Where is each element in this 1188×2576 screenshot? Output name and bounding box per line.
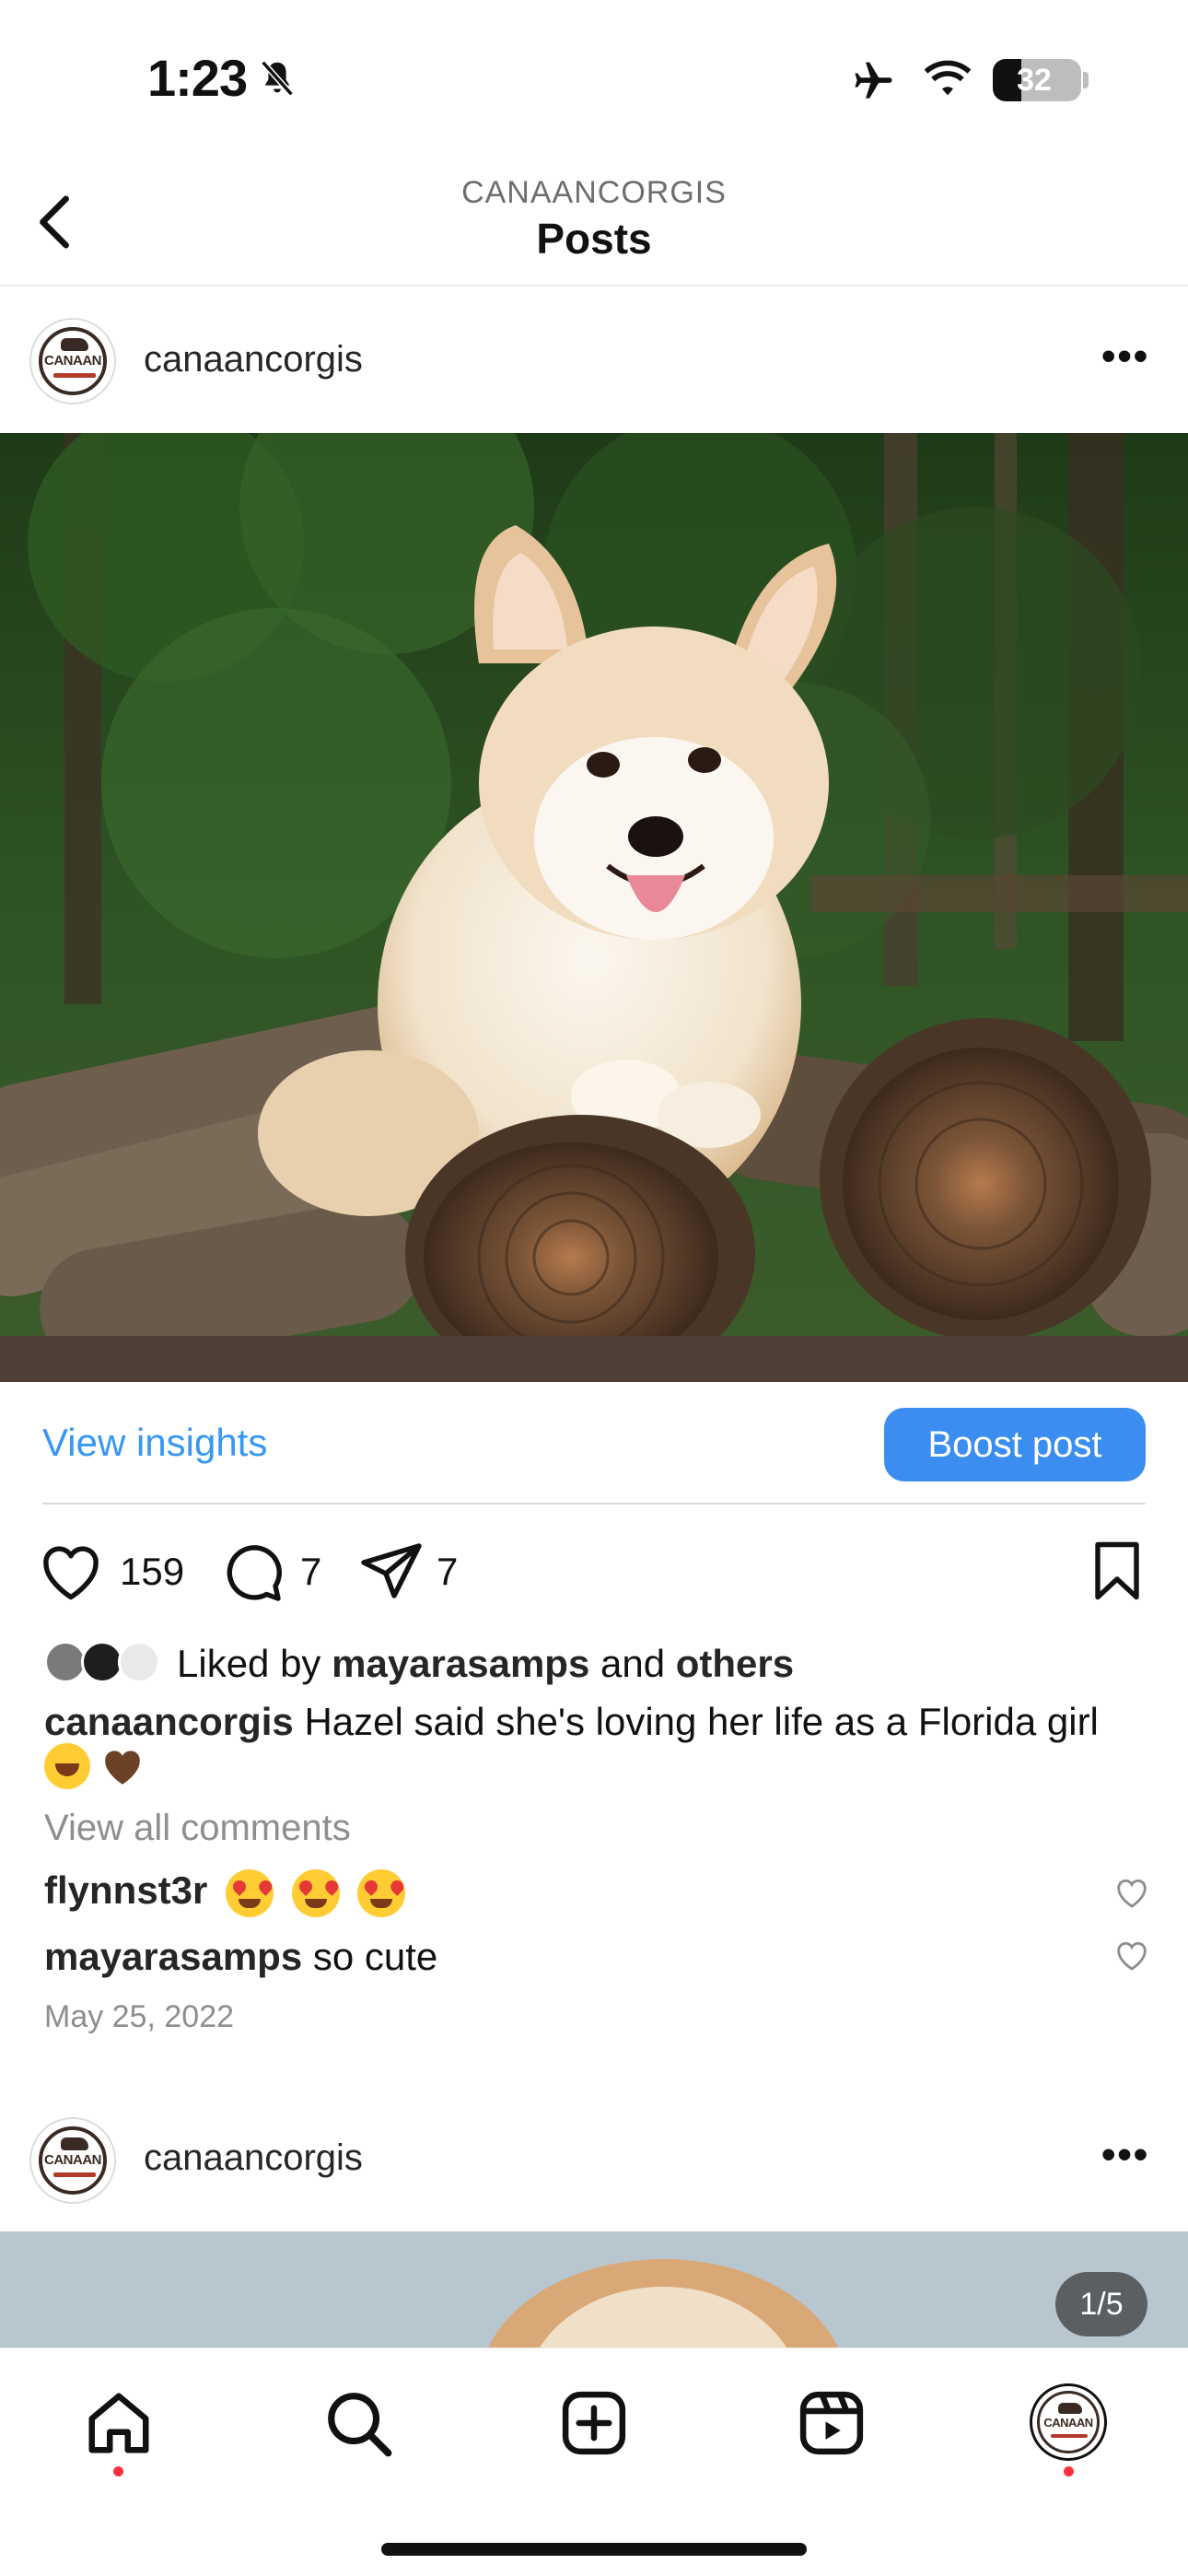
carousel-indicator: 1/5 xyxy=(1055,2272,1147,2336)
battery-level: 32 xyxy=(1017,63,1052,98)
insights-divider xyxy=(42,1503,1146,1505)
post-avatar[interactable]: CANAAN xyxy=(29,318,116,404)
save-bookmark-icon[interactable] xyxy=(1083,1540,1151,1601)
share-send-icon[interactable] xyxy=(357,1540,425,1601)
like-comment-heart-icon[interactable] xyxy=(1114,1938,1149,1972)
liked-by-others[interactable]: others xyxy=(676,1642,794,1685)
liked-by-user[interactable]: mayarasamps xyxy=(332,1642,589,1685)
page-title: Posts xyxy=(536,215,652,263)
view-all-comments-link[interactable]: View all comments xyxy=(44,1808,351,1849)
rolling-laughing-emoji xyxy=(44,1743,90,1789)
comment-username[interactable]: flynnst3r xyxy=(44,1868,207,1912)
heart-eyes-emoji xyxy=(291,1868,340,1917)
search-icon[interactable] xyxy=(322,2387,394,2459)
bell-slash-icon xyxy=(261,60,294,97)
liked-by-prefix: Liked by xyxy=(177,1642,321,1685)
comment-text: so cute xyxy=(312,1935,438,1978)
comment-item: flynnst3r xyxy=(44,1868,406,1917)
header-account-name: CANAANCORGIS xyxy=(461,175,727,210)
battery-nub xyxy=(1083,72,1089,88)
liked-by-avatars[interactable] xyxy=(44,1641,173,1689)
likes-count[interactable]: 159 xyxy=(120,1550,184,1594)
more-options-icon[interactable]: ••• xyxy=(1101,2132,1149,2178)
liker-avatar xyxy=(118,1641,160,1683)
comment-item: mayarasamps so cute xyxy=(44,1935,437,1979)
comment-username[interactable]: mayarasamps xyxy=(44,1935,302,1978)
avatar-logo-text: CANAAN xyxy=(44,353,102,369)
like-comment-heart-icon[interactable] xyxy=(1114,1876,1149,1909)
profile-avatar-logo-text: CANAAN xyxy=(1043,2416,1093,2430)
caption-emoji-row xyxy=(44,1743,146,1793)
post-caption: canaancorgis Hazel said she's loving her… xyxy=(44,1697,1149,1747)
next-photo-illustration xyxy=(488,2259,838,2348)
profile-icon[interactable]: CANAAN xyxy=(1030,2383,1107,2461)
view-insights-link[interactable]: View insights xyxy=(42,1421,267,1465)
post-photo[interactable] xyxy=(0,2231,1188,2348)
shares-count[interactable]: 7 xyxy=(437,1550,458,1594)
corgi-photo-illustration xyxy=(0,433,1188,1382)
liked-by-text[interactable]: Liked by mayarasamps and others xyxy=(177,1642,794,1686)
home-indicator xyxy=(381,2543,807,2556)
post-date: May 25, 2022 xyxy=(44,1999,235,2034)
comment-bubble-icon[interactable] xyxy=(219,1540,287,1601)
post-photo[interactable] xyxy=(0,433,1188,1382)
home-icon[interactable] xyxy=(83,2387,155,2459)
more-options-icon[interactable]: ••• xyxy=(1101,334,1149,380)
profile-notification-dot xyxy=(1064,2466,1074,2476)
wifi-icon xyxy=(924,60,972,96)
post-username[interactable]: canaancorgis xyxy=(144,2137,363,2179)
battery-icon: 32 xyxy=(993,59,1081,101)
bottom-tab-bar: CANAAN xyxy=(0,2348,1188,2576)
like-heart-icon[interactable] xyxy=(37,1540,105,1601)
airplane-icon xyxy=(855,62,892,99)
reels-icon[interactable] xyxy=(796,2387,868,2459)
boost-post-button[interactable]: Boost post xyxy=(884,1408,1146,1481)
header-divider xyxy=(0,285,1188,287)
post-avatar[interactable]: CANAAN xyxy=(29,2117,116,2204)
liked-by-and: and xyxy=(600,1642,666,1685)
heart-eyes-emoji xyxy=(226,1868,274,1917)
home-notification-dot xyxy=(113,2466,123,2476)
comments-count[interactable]: 7 xyxy=(300,1550,321,1594)
caption-text: Hazel said she's loving her life as a Fl… xyxy=(304,1700,1099,1743)
status-time: 1:23 xyxy=(147,49,248,107)
avatar-logo-text: CANAAN xyxy=(44,2152,102,2168)
post-username[interactable]: canaancorgis xyxy=(144,339,363,381)
create-icon[interactable] xyxy=(558,2387,630,2459)
heart-eyes-emoji xyxy=(357,1868,406,1917)
caption-username[interactable]: canaancorgis xyxy=(44,1700,294,1743)
brown-heart-emoji xyxy=(105,1751,141,1785)
